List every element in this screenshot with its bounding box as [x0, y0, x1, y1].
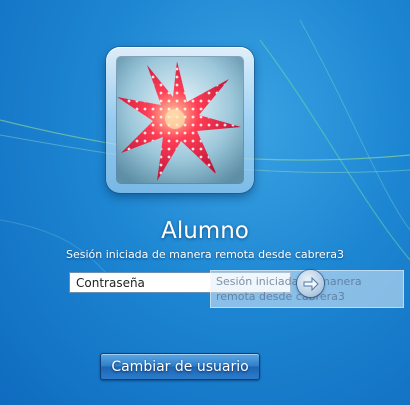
username-label: Alumno — [161, 218, 249, 244]
switch-user-button[interactable]: Cambiar de usuario — [100, 353, 260, 380]
session-status-text: Sesión iniciada de manera remota desde c… — [66, 248, 344, 261]
arrow-right-icon — [303, 276, 319, 291]
avatar-image — [117, 57, 243, 183]
submit-button[interactable] — [297, 270, 324, 297]
user-avatar — [106, 47, 254, 193]
